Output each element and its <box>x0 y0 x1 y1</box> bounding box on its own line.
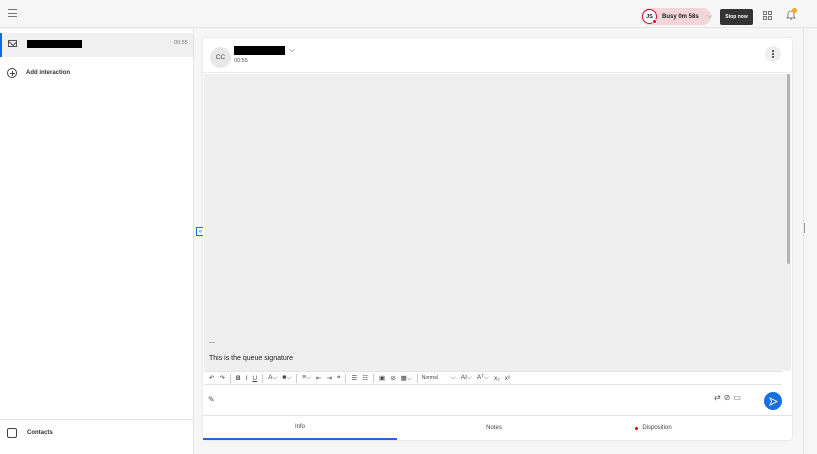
agent-initials: JS <box>646 13 653 20</box>
contacts-label: Contacts <box>27 430 53 436</box>
tab-disposition-label: Disposition <box>642 425 672 431</box>
hamburger-icon[interactable] <box>8 9 17 17</box>
toolbar-divider <box>296 373 298 383</box>
conversation-time: 00:55 <box>234 58 248 64</box>
paragraph-style-select[interactable]: Normal <box>422 375 438 381</box>
toolbar-divider <box>345 373 347 383</box>
editor-scrollbar[interactable] <box>787 74 790 264</box>
add-interaction-button[interactable]: Add interaction <box>7 68 70 78</box>
send-button[interactable] <box>764 392 782 410</box>
top-bar: JS Busy 0m 58s ⌵ Stop now <box>0 0 817 28</box>
detail-tabs: Info Notes Disposition <box>203 415 792 440</box>
pen-icon[interactable]: ✎ <box>208 395 215 404</box>
interaction-time: 00:55 <box>174 40 188 46</box>
chevron-down-icon[interactable]: ⌵ <box>451 374 456 382</box>
compose-actions: ✎ ⇄⊘▭ <box>203 388 792 414</box>
indent-icon[interactable]: ⇥ <box>326 374 331 382</box>
send-icon <box>768 396 778 406</box>
layout-grid-icon[interactable] <box>763 11 772 20</box>
conversation-card: CC ⌵ 00:55 --- This is the queue signatu… <box>203 38 792 440</box>
status-dot <box>652 19 657 24</box>
required-indicator <box>635 426 639 430</box>
sidebar: 00:55 Add interaction Contacts <box>0 29 194 454</box>
chevron-down-icon[interactable]: ⌵ <box>289 45 295 55</box>
notification-badge <box>792 8 797 13</box>
align-icon[interactable]: ≡⌵ <box>302 374 311 382</box>
contacts-icon <box>7 428 17 438</box>
contacts-button[interactable]: Contacts <box>0 419 193 454</box>
underline-icon[interactable]: U <box>252 375 257 382</box>
numbered-list-icon[interactable]: ☰ <box>351 374 357 382</box>
transfer-icon[interactable]: ⇄ <box>714 393 724 402</box>
status-text: Busy 0m 58s <box>662 14 699 20</box>
agent-avatar: JS <box>642 9 657 24</box>
toolbar-divider <box>373 373 375 383</box>
attach-icon[interactable]: ⊘ <box>724 393 734 402</box>
redacted-contact-name <box>234 46 285 55</box>
more-options-button[interactable] <box>765 46 781 62</box>
stop-now-button[interactable]: Stop now <box>720 9 753 25</box>
mail-icon <box>8 40 17 47</box>
subscript-icon[interactable]: x₂ <box>494 375 500 382</box>
table-icon[interactable]: ▦⌵ <box>401 374 412 383</box>
add-interaction-label: Add interaction <box>26 70 71 76</box>
action-icons: ⇄⊘▭ <box>714 393 744 402</box>
conversation-header: CC ⌵ 00:55 <box>203 38 792 73</box>
interaction-item[interactable]: 00:55 <box>0 33 193 57</box>
bold-icon[interactable]: B <box>236 375 241 382</box>
toolbar-divider <box>229 373 231 383</box>
toolbar-divider <box>416 373 418 383</box>
quote-icon[interactable]: ❝ <box>337 374 341 382</box>
tab-info[interactable]: Info <box>203 416 397 440</box>
tab-notes[interactable]: Notes <box>397 416 591 440</box>
font-family-icon[interactable]: AI⌵ <box>461 374 472 382</box>
agent-status-pill[interactable]: JS Busy 0m 58s <box>641 8 711 25</box>
plus-circle-icon <box>7 68 17 78</box>
message-editor[interactable]: --- This is the queue signature <box>204 74 791 371</box>
highlight-color-icon[interactable]: ■⌵ <box>282 374 291 382</box>
font-size-icon[interactable]: Aᵀ⌵ <box>477 374 489 382</box>
redacted-contact-name <box>27 40 82 48</box>
formatting-toolbar: ↶ ↷ B I U A⌵ ■⌵ ≡⌵ ⇤ ⇥ ❝ ☰ ☷ ▣ ⊘ ▦⌵ Norm… <box>204 371 782 385</box>
outdent-icon[interactable]: ⇤ <box>316 374 321 382</box>
signature-text: This is the queue signature <box>209 355 294 362</box>
tab-disposition[interactable]: Disposition <box>591 416 716 440</box>
bullet-list-icon[interactable]: ☷ <box>362 374 368 382</box>
text-color-icon[interactable]: A⌵ <box>268 374 277 382</box>
image-icon[interactable]: ▣ <box>379 374 385 382</box>
status-label: Busy <box>662 13 677 20</box>
panel-icon[interactable]: ▭ <box>733 393 744 402</box>
superscript-icon[interactable]: x² <box>505 375 510 382</box>
italic-icon[interactable]: I <box>246 375 248 382</box>
toolbar-divider <box>262 373 264 383</box>
resize-handle[interactable] <box>804 223 805 233</box>
redo-icon[interactable]: ↷ <box>219 374 224 382</box>
link-icon[interactable]: ⊘ <box>390 374 395 382</box>
status-duration: 0m 58s <box>678 13 699 20</box>
undo-icon[interactable]: ↶ <box>209 374 214 382</box>
right-panel-gutter <box>803 29 817 454</box>
signature-separator: --- <box>209 340 215 346</box>
contact-avatar: CC <box>210 47 231 68</box>
chevron-down-icon[interactable]: ⌵ <box>707 13 712 21</box>
